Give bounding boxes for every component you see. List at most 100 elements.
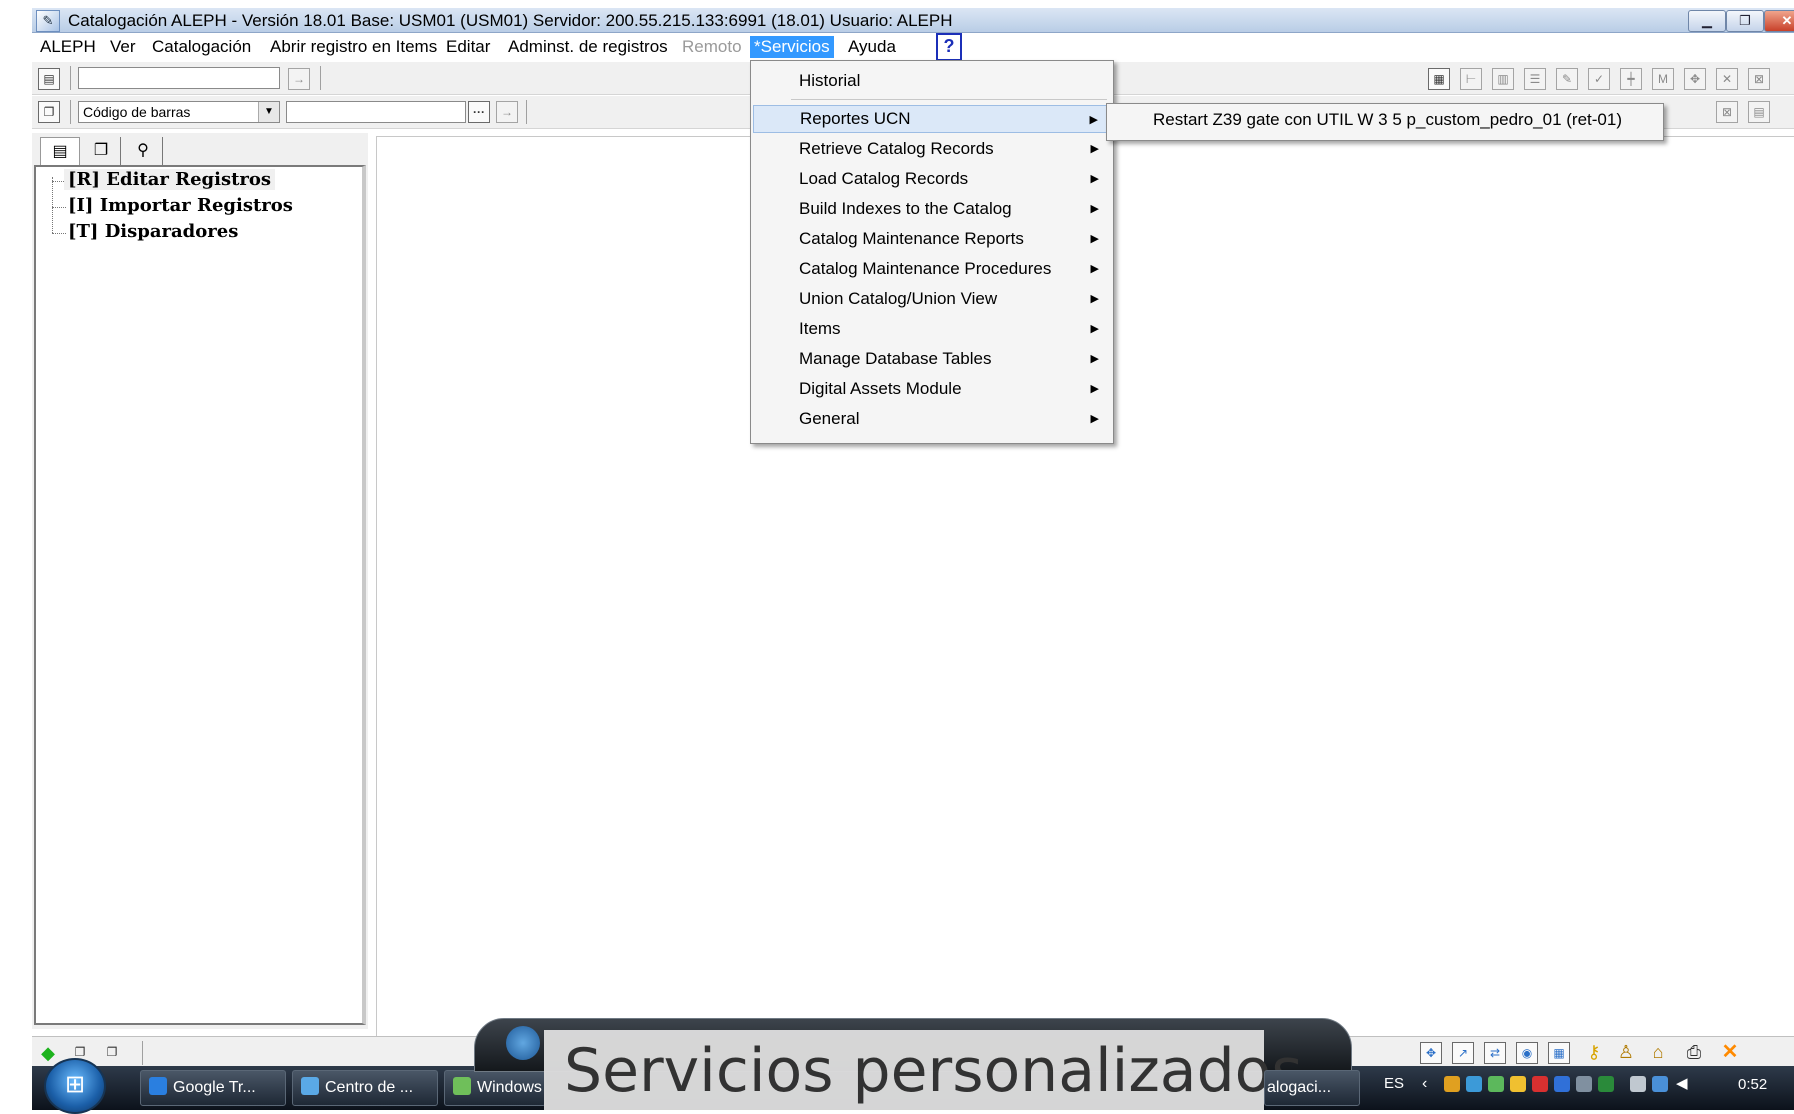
menu-aleph[interactable]: ALEPH: [36, 36, 100, 58]
tab-records-icon[interactable]: ▤: [40, 137, 80, 166]
dock-start-icon[interactable]: [506, 1026, 540, 1060]
menu-abrir-registro[interactable]: Abrir registro en Items: [266, 36, 441, 58]
menu-bar: ALEPH Ver Catalogación Abrir registro en…: [32, 33, 1794, 61]
tray-monitor-icon[interactable]: [1576, 1076, 1592, 1092]
close-x-icon[interactable]: ⊠: [1716, 101, 1738, 123]
taskbar-button-centro[interactable]: Centro de ...: [292, 1070, 438, 1106]
windows-logo-icon: ⊞: [64, 1071, 86, 1098]
start-button[interactable]: ⊞: [44, 1058, 106, 1114]
menu-item-catalog-maintenance-procedures[interactable]: Catalog Maintenance Procedures ▶: [753, 255, 1111, 283]
taskbar-button-windows[interactable]: Windows: [444, 1070, 546, 1106]
menu-ver[interactable]: Ver: [106, 36, 140, 58]
help-icon[interactable]: ?: [936, 33, 962, 61]
tab-binoculars-icon[interactable]: ⚲: [124, 137, 163, 165]
record-icon[interactable]: ▤: [1748, 101, 1770, 123]
tray-people-icon[interactable]: [1488, 1076, 1504, 1092]
menu-item-build-indexes[interactable]: Build Indexes to the Catalog ▶: [753, 195, 1111, 223]
close-button[interactable]: ✕: [1764, 10, 1794, 32]
menu-editar[interactable]: Editar: [442, 36, 494, 58]
tree-item-editar-registros[interactable]: [R] Editar Registros: [64, 169, 276, 190]
people-icon: [453, 1077, 471, 1095]
clock[interactable]: 0:52: [1738, 1076, 1767, 1093]
tray-expand-icon[interactable]: ‹: [1422, 1075, 1427, 1093]
menu-item-general[interactable]: General ▶: [753, 405, 1111, 433]
submenu-arrow-icon: ▶: [1090, 413, 1099, 425]
globe-icon[interactable]: ◉: [1516, 1042, 1538, 1064]
menu-item-retrieve-catalog-records[interactable]: Retrieve Catalog Records ▶: [753, 135, 1111, 163]
swap-icon[interactable]: ⇄: [1484, 1042, 1506, 1064]
catalog-app-icon: ✎: [36, 10, 60, 32]
chevron-down-icon[interactable]: ▼: [258, 102, 279, 122]
person-icon[interactable]: ♙: [1616, 1042, 1636, 1062]
close-box-icon[interactable]: ⊠: [1748, 68, 1770, 90]
menu-adminst-registros[interactable]: Adminst. de registros: [504, 36, 672, 58]
volume-icon[interactable]: ◀: [1676, 1074, 1688, 1092]
list-icon[interactable]: ☰: [1524, 68, 1546, 90]
copy-icon[interactable]: ❐: [102, 1042, 122, 1062]
m-icon[interactable]: M: [1652, 68, 1674, 90]
tray-alert-icon[interactable]: [1532, 1076, 1548, 1092]
submenu-item-restart-z39-gate[interactable]: Restart Z39 gate con UTIL W 3 5 p_custom…: [1153, 110, 1622, 130]
search-type-select[interactable]: Código de barras ▼: [78, 101, 280, 123]
tray-network-icon[interactable]: [1510, 1076, 1526, 1092]
menu-ayuda[interactable]: Ayuda: [844, 36, 900, 58]
tray-star-icon[interactable]: [1466, 1076, 1482, 1092]
menu-servicios[interactable]: *Servicios: [750, 36, 834, 58]
toolbar-separator: [320, 66, 321, 90]
menu-remoto[interactable]: Remoto: [678, 36, 746, 58]
menu-item-load-catalog-records[interactable]: Load Catalog Records ▶: [753, 165, 1111, 193]
printer-icon[interactable]: ⎙: [1684, 1042, 1704, 1062]
menu-item-digital-assets-module[interactable]: Digital Assets Module ▶: [753, 375, 1111, 403]
menu-item-historial[interactable]: Historial: [753, 67, 1111, 95]
chart-icon[interactable]: ↗: [1452, 1042, 1474, 1064]
columns-icon[interactable]: ▥: [1492, 68, 1514, 90]
copy-icon[interactable]: ❐: [38, 101, 60, 123]
taskbar-button-catalogacion[interactable]: alogaci...: [1264, 1070, 1360, 1106]
search-type-value: Código de barras: [83, 104, 191, 120]
tree-connector: [52, 177, 53, 233]
minimize-button[interactable]: ▁: [1688, 10, 1726, 32]
menu-item-items[interactable]: Items ▶: [753, 315, 1111, 343]
menu-item-reportes-ucn[interactable]: Reportes UCN ▶: [753, 105, 1111, 133]
restore-button[interactable]: ❐: [1726, 10, 1764, 32]
script-icon[interactable]: ✎: [1556, 68, 1578, 90]
close-x-icon[interactable]: ✕: [1720, 1042, 1740, 1062]
document-icon: [301, 1077, 319, 1095]
toolbar-separator: [526, 100, 527, 124]
browse-button[interactable]: ···: [468, 101, 490, 123]
home-icon[interactable]: ⌂: [1648, 1042, 1668, 1062]
menu-item-catalog-maintenance-reports[interactable]: Catalog Maintenance Reports ▶: [753, 225, 1111, 253]
tray-security-icon[interactable]: [1444, 1076, 1460, 1092]
expand-icon[interactable]: ✥: [1684, 68, 1706, 90]
tray-v2-icon[interactable]: [1598, 1076, 1614, 1092]
submenu-arrow-icon: ▶: [1090, 353, 1099, 365]
move-icon[interactable]: ✥: [1420, 1042, 1442, 1064]
barcode-input[interactable]: [286, 101, 466, 123]
edit-record-icon[interactable]: ▦: [1428, 68, 1450, 90]
caption-overlay: Servicios personalizados: [544, 1030, 1303, 1110]
go-arrow-icon[interactable]: →: [496, 101, 518, 123]
close-x-icon[interactable]: ✕: [1716, 68, 1738, 90]
search-input[interactable]: [78, 67, 280, 89]
tray-device-icon[interactable]: [1630, 1076, 1646, 1092]
tray-app-icon[interactable]: [1554, 1076, 1570, 1092]
menu-catalogacion[interactable]: Catalogación: [148, 36, 255, 58]
caption-text: Servicios personalizados: [564, 1036, 1303, 1106]
window-title-bar[interactable]: ✎ Catalogación ALEPH - Versión 18.01 Bas…: [32, 8, 1794, 33]
menu-item-manage-database-tables[interactable]: Manage Database Tables ▶: [753, 345, 1111, 373]
table-icon[interactable]: ▦: [1548, 1042, 1570, 1064]
go-arrow-icon[interactable]: →: [288, 68, 310, 90]
check-icon[interactable]: ✓: [1588, 68, 1610, 90]
tree-item-importar-registros[interactable]: [I] Importar Registros: [68, 195, 293, 216]
tab-copy-icon[interactable]: ❐: [82, 137, 121, 165]
stamp-icon[interactable]: ┿: [1620, 68, 1642, 90]
language-indicator[interactable]: ES: [1384, 1075, 1404, 1092]
tree-connector: [52, 207, 66, 208]
tray-connection-icon[interactable]: [1652, 1076, 1668, 1092]
tree-item-disparadores[interactable]: [T] Disparadores: [68, 221, 238, 242]
menu-item-union-catalog[interactable]: Union Catalog/Union View ▶: [753, 285, 1111, 313]
taskbar-button-google-translate[interactable]: Google Tr...: [140, 1070, 286, 1106]
record-icon[interactable]: ▤: [38, 68, 60, 90]
key-icon[interactable]: ⚷: [1584, 1042, 1604, 1062]
tree-icon[interactable]: ⊢: [1460, 68, 1482, 90]
